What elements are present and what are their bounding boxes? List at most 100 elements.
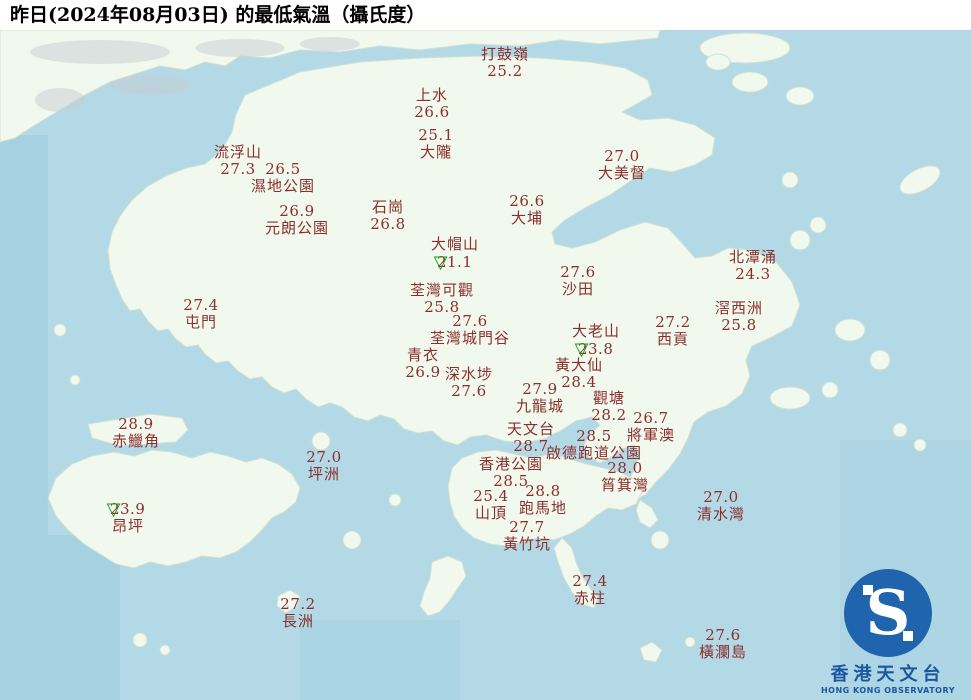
station-跑馬地: 28.8跑馬地	[519, 483, 567, 517]
station-name: 觀塘	[591, 390, 626, 407]
station-name: 青衣	[405, 347, 440, 364]
station-value: 27.4	[183, 297, 218, 314]
station-滘西洲: 滘西洲25.8	[715, 300, 763, 334]
station-name: 香港公園	[479, 456, 543, 473]
station-value: 28.8	[519, 483, 567, 500]
station-name: 西貢	[655, 331, 690, 348]
station-name: 黃竹坑	[503, 536, 551, 553]
station-name: 濕地公園	[251, 178, 315, 195]
station-name: 元朗公園	[265, 220, 329, 237]
station-name: 荃灣城門谷	[430, 330, 510, 347]
station-啟德跑道公園: 28.5啟德跑道公園	[546, 428, 642, 462]
station-大埔: 26.6大埔	[509, 193, 544, 227]
station-name: 坪洲	[306, 466, 341, 483]
station-長洲: 27.2長洲	[280, 596, 315, 630]
station-name: 滘西洲	[715, 300, 763, 317]
station-name: 橫瀾島	[699, 644, 747, 661]
station-name: 大帽山	[431, 236, 479, 253]
station-大美督: 27.0大美督	[598, 148, 646, 182]
station-濕地公園: 26.5濕地公園	[251, 161, 315, 195]
station-name: 沙田	[560, 281, 595, 298]
station-value: 28.5	[546, 428, 642, 445]
station-name: 昂坪	[111, 518, 146, 535]
station-value: 27.7	[503, 519, 551, 536]
station-山頂: 25.4山頂	[473, 488, 508, 522]
station-value: 26.6	[414, 104, 449, 121]
station-清水灣: 27.0清水灣	[697, 489, 745, 523]
station-name: 大老山	[572, 323, 620, 340]
station-赤鱲角: 28.9赤鱲角	[112, 416, 160, 450]
station-大隴: 25.1大隴	[418, 127, 453, 161]
station-value: 27.9	[516, 381, 564, 398]
station-value: 26.6	[509, 193, 544, 210]
hko-logo: S 香港天文台 HONG KONG OBSERVATORY	[813, 565, 963, 696]
station-name: 北潭涌	[729, 249, 777, 266]
station-name: 清水灣	[697, 506, 745, 523]
station-value: 25.2	[481, 63, 529, 80]
station-荃灣可觀: 荃灣可觀25.8	[410, 282, 474, 316]
station-大老山: 大老山▽23.8	[572, 323, 620, 358]
station-打鼓嶺: 打鼓嶺25.2	[481, 46, 529, 80]
station-橫瀾島: 27.6橫瀾島	[699, 627, 747, 661]
station-北潭涌: 北潭涌24.3	[729, 249, 777, 283]
station-value: 25.8	[715, 317, 763, 334]
station-觀塘: 觀塘28.2	[591, 390, 626, 424]
station-name: 長洲	[280, 613, 315, 630]
hko-logo-name-zh: 香港天文台	[813, 665, 963, 685]
station-石崗: 石崗26.8	[370, 199, 405, 233]
station-name: 九龍城	[516, 398, 564, 415]
station-value: 26.7	[627, 410, 675, 427]
hko-logo-icon: S	[840, 565, 936, 661]
station-name: 上水	[414, 87, 449, 104]
station-name: 赤柱	[572, 590, 607, 607]
min-temp-marker-icon: ▽	[434, 254, 448, 271]
station-value: ▽21.1	[431, 253, 479, 271]
hko-logo-name-en: HONG KONG OBSERVATORY	[813, 685, 963, 696]
station-value: ▽23.9	[111, 500, 146, 518]
station-name: 打鼓嶺	[481, 46, 529, 63]
station-name: 屯門	[183, 314, 218, 331]
station-value: 28.0	[601, 460, 649, 477]
station-沙田: 27.6沙田	[560, 264, 595, 298]
station-name: 荃灣可觀	[410, 282, 474, 299]
station-value: 27.0	[697, 489, 745, 506]
station-value: 27.6	[430, 313, 510, 330]
station-value: 27.0	[598, 148, 646, 165]
station-name: 大美督	[598, 165, 646, 182]
station-坪洲: 27.0坪洲	[306, 449, 341, 483]
station-value: 27.2	[655, 314, 690, 331]
station-赤柱: 27.4赤柱	[572, 573, 607, 607]
station-上水: 上水26.6	[414, 87, 449, 121]
station-元朗公園: 26.9元朗公園	[265, 203, 329, 237]
station-西貢: 27.2西貢	[655, 314, 690, 348]
station-value: 28.2	[591, 407, 626, 424]
station-value: 25.1	[418, 127, 453, 144]
station-name: 大隴	[418, 144, 453, 161]
station-name: 黃大仙	[555, 357, 603, 374]
station-name: 流浮山	[214, 144, 262, 161]
station-九龍城: 27.9九龍城	[516, 381, 564, 415]
station-name: 赤鱲角	[112, 433, 160, 450]
station-value: 27.0	[306, 449, 341, 466]
station-value: 27.6	[445, 383, 493, 400]
weather-map-screen: 昨日(2024年08月03日) 的最低氣溫（攝氏度） 打鼓嶺25.2上水26.6…	[0, 0, 971, 700]
station-value: 24.3	[729, 266, 777, 283]
station-荃灣城門谷: 27.6荃灣城門谷	[430, 313, 510, 347]
station-value: 26.8	[370, 216, 405, 233]
station-value: 26.9	[405, 364, 440, 381]
station-value: 27.4	[572, 573, 607, 590]
station-value: 25.4	[473, 488, 508, 505]
min-temp-marker-icon: ▽	[107, 501, 121, 518]
station-name: 深水埗	[445, 366, 493, 383]
station-value: 27.6	[560, 264, 595, 281]
station-value: 27.6	[699, 627, 747, 644]
station-value: 27.2	[280, 596, 315, 613]
station-青衣: 青衣26.9	[405, 347, 440, 381]
station-name: 筲箕灣	[601, 477, 649, 494]
station-value: 28.9	[112, 416, 160, 433]
station-value: 26.9	[265, 203, 329, 220]
station-黃竹坑: 27.7黃竹坑	[503, 519, 551, 553]
station-屯門: 27.4屯門	[183, 297, 218, 331]
station-name: 大埔	[509, 210, 544, 227]
station-value: 26.5	[251, 161, 315, 178]
